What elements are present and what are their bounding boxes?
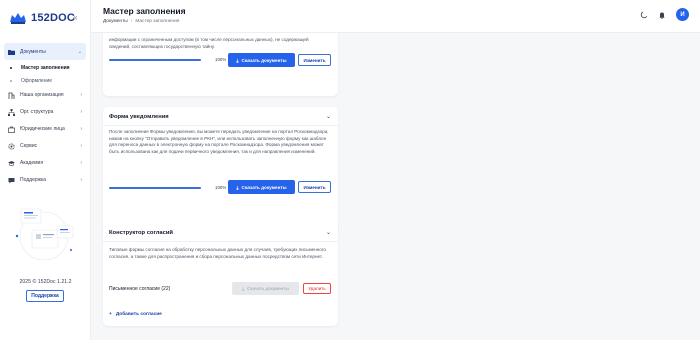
sidebar-item-legal-entities[interactable]: Юридические лица › <box>4 121 86 137</box>
breadcrumb: Документы › Мастер заполнения <box>103 19 179 24</box>
card-title: Форма уведомления <box>109 114 169 120</box>
progress-label: 100% <box>215 185 227 190</box>
breadcrumb-separator-icon: › <box>130 19 133 24</box>
chevron-down-icon: ⌄ <box>77 48 82 55</box>
sidebar-item-label: Поддержка <box>20 177 47 183</box>
org-structure-icon <box>8 108 15 116</box>
card-description: информации с ограниченным доступом (в то… <box>109 37 309 49</box>
chevron-right-icon: › <box>80 160 82 166</box>
logo-mark-icon <box>10 13 26 24</box>
edit-button[interactable]: Изменить <box>298 54 331 66</box>
download-documents-button-disabled[interactable]: ⤓ Скачать документы <box>232 282 299 295</box>
add-consent-link[interactable]: + Добавить согласие <box>109 312 162 317</box>
header: Мастер заполнения Документы › Мастер зап… <box>91 0 700 33</box>
chevron-right-icon: › <box>80 92 82 98</box>
chevron-right-icon: › <box>80 126 82 132</box>
sidebar: 152DOC « Документы ⌄ Мастер заполнения О… <box>0 0 91 340</box>
main-content: информации с ограниченным доступом (в то… <box>91 33 700 340</box>
progress-fill <box>109 187 201 189</box>
card-notification-form: Форма уведомления ⌄ После заполнения Фор… <box>103 107 338 235</box>
consent-item-label: Письменное согласие (22) <box>109 286 171 292</box>
card-documents-top: информации с ограниченным доступом (в то… <box>103 33 338 96</box>
card-title: Конструктор согласий <box>109 230 173 236</box>
sidebar-item-support[interactable]: Поддержка › <box>4 172 86 188</box>
progress-bar <box>109 59 201 61</box>
sidebar-item-documents[interactable]: Документы ⌄ <box>4 43 86 60</box>
header-actions: И <box>640 8 689 21</box>
chevron-down-icon[interactable]: ⌄ <box>326 113 331 120</box>
sidebar-subitem-label: Оформление <box>21 77 53 84</box>
sidebar-item-label: Юридические лица <box>20 126 65 132</box>
download-icon: ⤓ <box>236 184 239 190</box>
download-icon: ⤓ <box>242 286 245 291</box>
sidebar-subitem-wizard[interactable]: Мастер заполнения <box>4 61 86 74</box>
add-consent-label: Добавить согласие <box>115 312 162 317</box>
plus-icon: + <box>109 312 112 317</box>
breadcrumb-item-documents[interactable]: Документы <box>103 19 128 24</box>
sidebar-item-organization[interactable]: Наша организация › <box>4 87 86 103</box>
download-documents-button[interactable]: ⤓ Скачать документы <box>228 180 295 194</box>
chevron-right-icon: › <box>80 143 82 149</box>
bullet-icon <box>10 79 12 82</box>
sidebar-item-label: Академия <box>20 160 44 166</box>
chevron-down-icon[interactable]: ⌄ <box>326 229 331 236</box>
card-divider <box>103 241 338 242</box>
button-label: Скачать документы <box>247 286 289 291</box>
sidebar-subitem-label: Мастер заполнения <box>21 64 70 71</box>
support-button[interactable]: Поддержка <box>26 290 64 302</box>
chat-icon <box>8 177 15 184</box>
delete-button[interactable]: Удалить <box>303 283 331 294</box>
sidebar-item-service[interactable]: Сервис › <box>4 138 86 154</box>
edit-button[interactable]: Изменить <box>298 181 331 193</box>
button-label: Скачать документы <box>241 184 287 190</box>
progress-bar <box>109 187 201 189</box>
documents-illustration <box>15 208 74 261</box>
gear-icon <box>8 142 15 150</box>
sidebar-nav: Документы ⌄ Мастер заполнения Оформление… <box>4 43 86 189</box>
progress-label: 100% <box>215 57 227 62</box>
sidebar-item-academy[interactable]: Академия › <box>4 155 86 171</box>
version-text: 2025 © 152Doc 1.21.2 <box>19 279 72 285</box>
progress-fill <box>109 59 201 61</box>
folder-icon <box>8 48 15 55</box>
sidebar-item-label: Наша организация <box>20 92 64 98</box>
card-consent-constructor: Конструктор согласий ⌄ Типовые формы сог… <box>103 222 338 326</box>
scrollbar[interactable] <box>694 37 696 337</box>
bell-icon[interactable] <box>658 11 666 19</box>
chevron-double-left-icon[interactable]: « <box>73 13 77 22</box>
bullet-icon <box>10 66 12 69</box>
chevron-right-icon: › <box>80 177 82 183</box>
legal-entity-icon <box>8 126 15 133</box>
sidebar-subitem-design[interactable]: Оформление <box>4 74 86 87</box>
chevron-right-icon: › <box>80 109 82 115</box>
download-icon: ⤓ <box>236 57 239 63</box>
avatar[interactable]: И <box>676 8 689 21</box>
card-divider <box>103 125 338 126</box>
download-documents-button[interactable]: ⤓ Скачать документы <box>228 53 295 67</box>
breadcrumb-item-current: Мастер заполнения <box>135 19 180 24</box>
logo-text: 152DOC <box>31 12 75 24</box>
card-description: Типовые формы согласия на обработку перс… <box>109 247 326 259</box>
sidebar-item-label: Документы <box>20 48 46 55</box>
sidebar-item-org-structure[interactable]: Орг. структура › <box>4 104 86 120</box>
sidebar-item-label: Сервис <box>20 143 38 149</box>
page-title: Мастер заполнения <box>103 6 186 16</box>
moon-icon[interactable] <box>640 11 648 19</box>
sidebar-item-label: Орг. структура <box>20 109 54 115</box>
graduation-cap-icon <box>8 160 15 167</box>
card-description: После заполнения Формы уведомления, вы м… <box>109 129 329 154</box>
button-label: Скачать документы <box>241 57 287 63</box>
building-icon <box>8 92 15 99</box>
logo[interactable]: 152DOC <box>8 11 75 25</box>
